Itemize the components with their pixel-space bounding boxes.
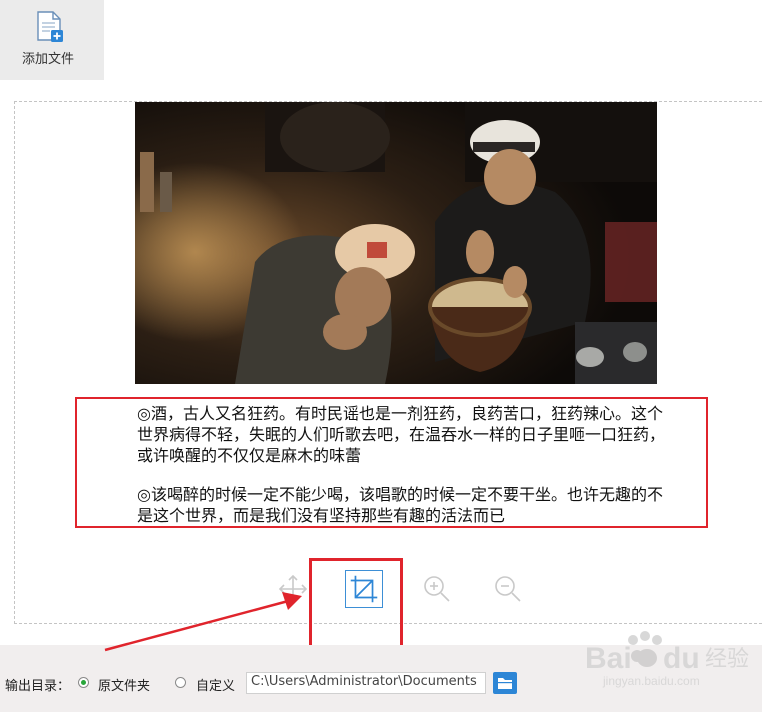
folder-icon <box>498 678 512 689</box>
text-paragraph-1: ◎酒，古人又名狂药。有时民谣也是一剂狂药，良药苦口，狂药辣心。这个世界病得不轻，… <box>137 404 666 465</box>
zoom-in-icon[interactable] <box>420 572 454 606</box>
radio-custom[interactable] <box>175 677 186 688</box>
radio-custom-label: 自定义 <box>196 679 236 694</box>
text-paragraph-2: ◎该喝醉的时候一定不能少喝，该唱歌的时候一定不要干坐。也许无趣的不是这个世界，而… <box>137 485 663 525</box>
toolbar: 添加文件 <box>0 0 762 80</box>
output-path-field[interactable]: C:\Users\Administrator\Documents <box>246 672 486 694</box>
radio-original-folder-label: 原文件夹 <box>98 679 151 694</box>
move-icon[interactable] <box>276 572 310 606</box>
add-file-icon <box>37 11 63 42</box>
browse-folder-button[interactable] <box>493 672 517 694</box>
highlighted-text-box: ◎酒，古人又名狂药。有时民谣也是一剂狂药，良药苦口，狂药辣心。这个世界病得不轻，… <box>75 397 708 528</box>
svg-text:du: du <box>663 642 700 675</box>
preview-photo <box>135 102 657 384</box>
watermark-url: jingyan.baidu.com <box>602 674 700 688</box>
svg-text:经验: 经验 <box>705 647 749 672</box>
baidu-jingyan-watermark: Bai du 经验 jingyan.baidu.com <box>585 631 749 688</box>
watermark-brand: Bai <box>585 642 632 675</box>
radio-original-folder[interactable] <box>78 677 89 688</box>
output-directory-label: 输出目录： <box>5 679 71 694</box>
zoom-out-icon[interactable] <box>491 572 525 606</box>
add-file-label: 添加文件 <box>21 52 74 67</box>
add-file-button[interactable]: 添加文件 <box>0 0 104 80</box>
view-tools <box>0 568 762 614</box>
crop-icon[interactable] <box>345 570 383 608</box>
